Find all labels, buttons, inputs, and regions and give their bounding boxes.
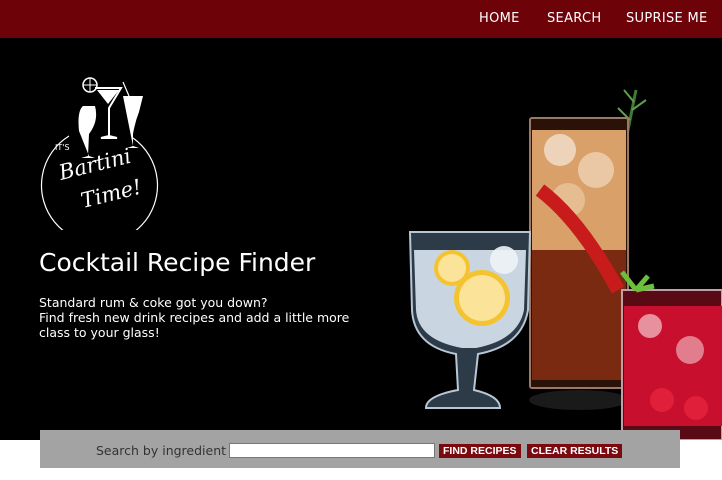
page-subtitle: Standard rum & coke got you down? Find f… — [39, 295, 369, 340]
cocktail-glasses-image — [408, 89, 722, 440]
bartini-time-logo: IT'S Bartini Time! — [40, 77, 159, 230]
subtitle-line: class to your glass! — [39, 325, 160, 340]
ingredient-search-input[interactable] — [229, 443, 435, 458]
logo-line2: Time! — [78, 175, 143, 213]
search-label: Search by ingredient — [96, 443, 227, 458]
search-bar: Search by ingredient FIND RECIPES CLEAR … — [40, 430, 680, 468]
clear-results-button[interactable]: CLEAR RESULTS — [527, 444, 623, 458]
nav-home-link[interactable]: HOME — [479, 11, 520, 26]
find-recipes-button[interactable]: FIND RECIPES — [439, 444, 521, 458]
logo-small-text: IT'S — [55, 143, 70, 152]
hero-banner: IT'S Bartini Time! Cocktail Recipe Finde… — [0, 38, 722, 440]
nav-search-link[interactable]: SEARCH — [547, 11, 601, 26]
nav-suprise-me-link[interactable]: SUPRISE ME — [626, 11, 708, 26]
page-title: Cocktail Recipe Finder — [39, 248, 316, 277]
subtitle-line: Find fresh new drink recipes and add a l… — [39, 310, 350, 325]
top-nav: HOME SEARCH SUPRISE ME — [0, 0, 722, 38]
subtitle-line: Standard rum & coke got you down? — [39, 295, 268, 310]
